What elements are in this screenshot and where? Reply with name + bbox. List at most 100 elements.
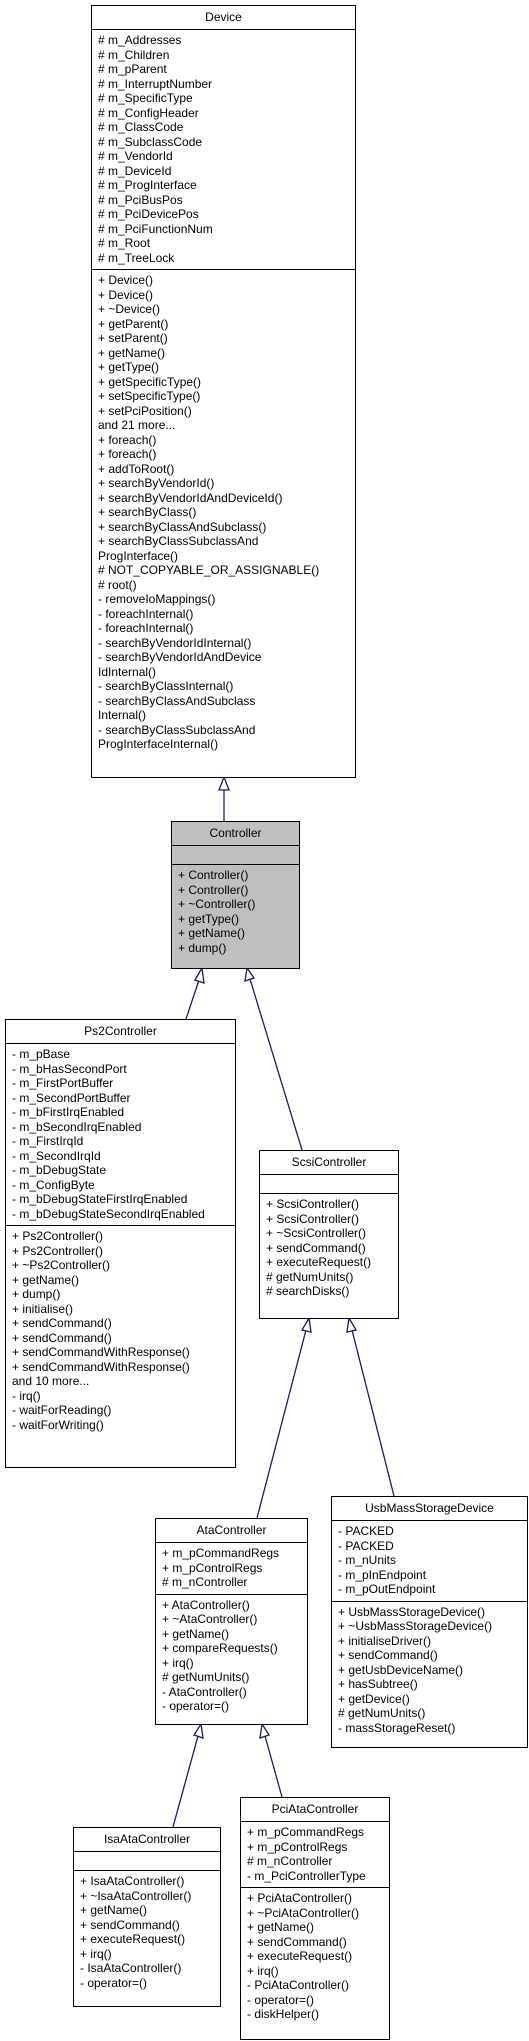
attribute-item: - m_pInEndpoint xyxy=(338,1567,427,1582)
methods-section: + AtaController() + ~AtaController() + get… xyxy=(156,1595,307,1718)
methods-section: + PciAtaController() + ~PciAtaController(… xyxy=(241,1888,389,2026)
class-device[interactable]: Device # m_Addresses # m_Children # m_pPar… xyxy=(91,5,356,778)
method-item: + ~Controller() xyxy=(178,897,256,911)
edge-isaatacontroller-atacontroller xyxy=(172,1722,204,1828)
attributes-section: + m_pCommandRegs + m_pControlRegs # m_nCon… xyxy=(156,1543,307,1595)
method-item: # getNumUnits() xyxy=(162,1670,250,1684)
method-item: + foreach() xyxy=(98,432,157,447)
method-item: + irq() xyxy=(162,1655,194,1670)
method-item: - searchByClassInternal() xyxy=(98,679,234,693)
edge-ps2controller-controller xyxy=(185,966,205,1020)
attribute-item: # m_ClassCode xyxy=(98,120,184,134)
method-item: + UsbMassStorageDevice() xyxy=(338,1604,486,1619)
method-item: - waitForWriting() xyxy=(12,1417,104,1432)
method-item: + addToRoot() xyxy=(98,461,175,476)
method-item: + getParent() xyxy=(98,316,169,331)
attributes-section: + m_pCommandRegs + m_pControlRegs # m_nCon… xyxy=(241,1822,389,1888)
attribute-item: + m_pControlRegs xyxy=(162,1560,263,1575)
attribute-item: # m_ConfigHeader xyxy=(98,105,199,120)
edge-pciatacontroller-atacontroller xyxy=(259,1722,283,1798)
method-item: + sendCommand() xyxy=(247,1934,347,1949)
method-item: + getUsbDeviceName() xyxy=(338,1662,464,1677)
attribute-item: - m_bFirstIrqEnabled xyxy=(12,1105,125,1119)
method-item: # NOT_COPYABLE_OR_ASSIGNABLE() xyxy=(98,563,320,577)
method-item: and 10 more... xyxy=(12,1374,90,1388)
class-title: UsbMassStorageDevice xyxy=(332,1497,527,1521)
method-item: - waitForReading() xyxy=(12,1403,112,1417)
attribute-item: # m_SpecificType xyxy=(98,91,193,105)
edge-usbmassstoragedevice-scsicontroller xyxy=(346,1316,395,1497)
method-item: + Ps2Controller() xyxy=(12,1243,104,1258)
edge-controller-device xyxy=(218,775,230,821)
attribute-item: - m_bDebugStateSecondIrqEnabled xyxy=(12,1206,205,1221)
method-item: + dump() xyxy=(178,940,227,955)
methods-section: + UsbMassStorageDevice() + ~UsbMassStorag… xyxy=(332,1602,527,1740)
method-item: + searchByClassAndSubclass() xyxy=(98,519,267,534)
attribute-item: # m_nController xyxy=(247,1854,333,1868)
method-item: # searchDisks() xyxy=(266,1284,350,1298)
attribute-item: - m_bSecondIrqEnabled xyxy=(12,1119,142,1134)
method-item: + ScsiController() xyxy=(266,1197,360,1211)
method-item: + sendCommand() xyxy=(12,1330,112,1345)
method-item: + sendCommand() xyxy=(12,1316,112,1330)
method-item: Internal() xyxy=(98,708,147,722)
method-item: - removeIoMappings() xyxy=(98,592,216,606)
attribute-item: - m_pBase xyxy=(12,1047,71,1061)
attribute-item: - m_FirstIrqId xyxy=(12,1134,84,1148)
methods-section: + Device() + Device() + ~Device() + getPare… xyxy=(92,270,355,756)
method-item: - operator=() xyxy=(80,1975,148,1990)
method-item: - diskHelper() xyxy=(247,2007,320,2021)
method-item: + initialise() xyxy=(12,1301,74,1316)
class-isaatacontroller[interactable]: IsaAtaController + IsaAtaController() + ~… xyxy=(73,1827,221,2007)
attribute-item: # m_PciFunctionNum xyxy=(98,221,213,236)
method-item: + sendCommand() xyxy=(266,1240,366,1255)
class-title: Controller xyxy=(172,822,299,846)
attributes-section xyxy=(74,1852,220,1871)
method-item: - searchByClassSubclassAnd xyxy=(98,722,256,737)
method-item: + ~Device() xyxy=(98,302,161,316)
class-scsicontroller[interactable]: ScsiController + ScsiController() + ScsiC… xyxy=(259,1150,399,1319)
method-item: # getNumUnits() xyxy=(266,1269,354,1284)
class-controller[interactable]: Controller + Controller() + Controller() +… xyxy=(171,821,300,969)
method-item: - AtaController() xyxy=(162,1684,247,1699)
method-item: + PciAtaController() xyxy=(247,1891,353,1905)
attributes-section: - m_pBase - m_bHasSecondPort - m_FirstPort… xyxy=(6,1044,235,1226)
method-item: + executeRequest() xyxy=(266,1255,372,1269)
attribute-item: # m_Root xyxy=(98,236,151,250)
method-item: + AtaController() xyxy=(162,1597,250,1612)
method-item: + Device() xyxy=(98,273,154,287)
method-item: + getName() xyxy=(98,345,166,360)
attribute-item: - m_bHasSecondPort xyxy=(12,1061,127,1076)
method-item: + getType() xyxy=(98,360,160,374)
method-item: + sendCommand() xyxy=(80,1917,180,1932)
attributes-section xyxy=(172,846,299,865)
attribute-item: # m_pParent xyxy=(98,62,167,76)
method-item: ProgInterface() xyxy=(98,548,179,563)
attribute-item: + m_pCommandRegs xyxy=(247,1825,365,1839)
method-item: + searchByClassSubclassAnd xyxy=(98,534,259,548)
methods-section: + Ps2Controller() + Ps2Controller() + ~Ps2… xyxy=(6,1226,235,1436)
method-item: + dump() xyxy=(12,1287,61,1301)
method-item: + getName() xyxy=(247,1920,315,1934)
class-usbmassstoragedevice[interactable]: UsbMassStorageDevice - PACKED - PACKED - m… xyxy=(331,1496,528,1748)
attributes-section: - PACKED - PACKED - m_nUnits - m_pInEndpoin… xyxy=(332,1521,527,1602)
attribute-item: + m_pCommandRegs xyxy=(162,1546,280,1560)
method-item: + IsaAtaController() xyxy=(80,1874,185,1888)
method-item: - searchByClassAndSubclass xyxy=(98,693,256,708)
method-item: + searchByVendorIdAndDeviceId() xyxy=(98,490,283,505)
attribute-item: # m_Addresses xyxy=(98,33,182,47)
method-item: + compareRequests() xyxy=(162,1641,278,1655)
attributes-section xyxy=(260,1175,398,1194)
attribute-item: - m_SecondPortBuffer xyxy=(12,1090,131,1105)
method-item: + Controller() xyxy=(178,882,249,897)
class-ps2controller[interactable]: Ps2Controller - m_pBase - m_bHasSecondPor… xyxy=(5,1019,236,1468)
method-item: + searchByClass() xyxy=(98,505,197,519)
attribute-item: + m_pControlRegs xyxy=(247,1839,348,1854)
method-item: + ~PciAtaController() xyxy=(247,1905,360,1920)
attribute-item: - m_FirstPortBuffer xyxy=(12,1076,114,1090)
method-item: + ~UsbMassStorageDevice() xyxy=(338,1619,493,1633)
class-atacontroller[interactable]: AtaController + m_pCommandRegs + m_pContr… xyxy=(155,1518,308,1725)
method-item: - irq() xyxy=(12,1388,41,1403)
method-item: + sendCommandWithResponse() xyxy=(12,1359,190,1374)
class-pciatacontroller[interactable]: PciAtaController + m_pCommandRegs + m_pCo… xyxy=(240,1797,390,2040)
